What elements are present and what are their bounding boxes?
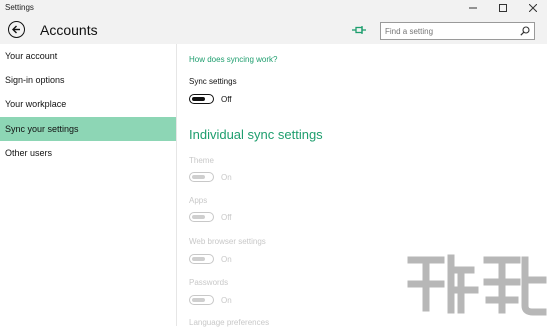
maximize-button[interactable] bbox=[489, 0, 517, 16]
sidebar-item-label: Your workplace bbox=[5, 99, 67, 109]
section-title: Individual sync settings bbox=[189, 127, 323, 142]
sidebar-item-other-users[interactable]: Other users bbox=[0, 141, 176, 165]
sync-settings-toggle[interactable] bbox=[189, 94, 214, 104]
page-title: Accounts bbox=[40, 22, 98, 38]
toggle-knob bbox=[192, 256, 205, 261]
passwords-label: Passwords bbox=[189, 278, 229, 287]
toggle-knob bbox=[192, 174, 205, 179]
passwords-state: On bbox=[221, 296, 232, 305]
sidebar: Your account Sign-in options Your workpl… bbox=[0, 44, 176, 326]
apps-label: Apps bbox=[189, 196, 208, 205]
sidebar-item-label: Your account bbox=[5, 51, 58, 61]
back-button[interactable] bbox=[8, 21, 25, 38]
apps-state: Off bbox=[221, 213, 232, 222]
toggle-knob bbox=[192, 96, 205, 101]
web-browser-settings-label: Web browser settings bbox=[189, 237, 266, 246]
window-title: Settings bbox=[5, 3, 34, 12]
close-icon bbox=[529, 4, 537, 12]
help-link[interactable]: How does syncing work? bbox=[189, 55, 277, 64]
sidebar-item-label: Other users bbox=[5, 148, 53, 158]
search-icon[interactable] bbox=[520, 26, 530, 36]
theme-label: Theme bbox=[189, 156, 214, 165]
minimize-button[interactable] bbox=[459, 0, 487, 16]
web-browser-settings-state: On bbox=[221, 255, 232, 264]
toggle-knob bbox=[192, 214, 205, 219]
sidebar-item-sync-your-settings[interactable]: Sync your settings bbox=[0, 117, 176, 141]
search-box[interactable] bbox=[380, 22, 535, 40]
pin-icon bbox=[352, 26, 366, 34]
watermark-logo bbox=[407, 254, 547, 316]
pin-button[interactable] bbox=[352, 24, 366, 36]
sidebar-item-sign-in-options[interactable]: Sign-in options bbox=[0, 68, 176, 92]
back-arrow-icon bbox=[12, 25, 20, 34]
theme-state: On bbox=[221, 173, 232, 182]
toggle-knob bbox=[192, 297, 205, 302]
minimize-icon bbox=[469, 7, 477, 9]
close-button[interactable] bbox=[519, 0, 547, 16]
passwords-toggle[interactable] bbox=[189, 295, 214, 305]
search-input[interactable] bbox=[385, 23, 513, 39]
sync-settings-state: Off bbox=[221, 95, 232, 104]
sidebar-item-your-workplace[interactable]: Your workplace bbox=[0, 92, 176, 116]
sidebar-item-your-account[interactable]: Your account bbox=[0, 44, 176, 68]
sidebar-item-label: Sync your settings bbox=[5, 124, 79, 134]
header: Accounts bbox=[0, 16, 547, 44]
apps-toggle[interactable] bbox=[189, 212, 214, 222]
theme-toggle[interactable] bbox=[189, 172, 214, 182]
sync-settings-label: Sync settings bbox=[189, 77, 237, 86]
web-browser-settings-toggle[interactable] bbox=[189, 254, 214, 264]
maximize-icon bbox=[499, 4, 507, 12]
sidebar-item-label: Sign-in options bbox=[5, 75, 65, 85]
title-bar: Settings bbox=[0, 0, 547, 16]
